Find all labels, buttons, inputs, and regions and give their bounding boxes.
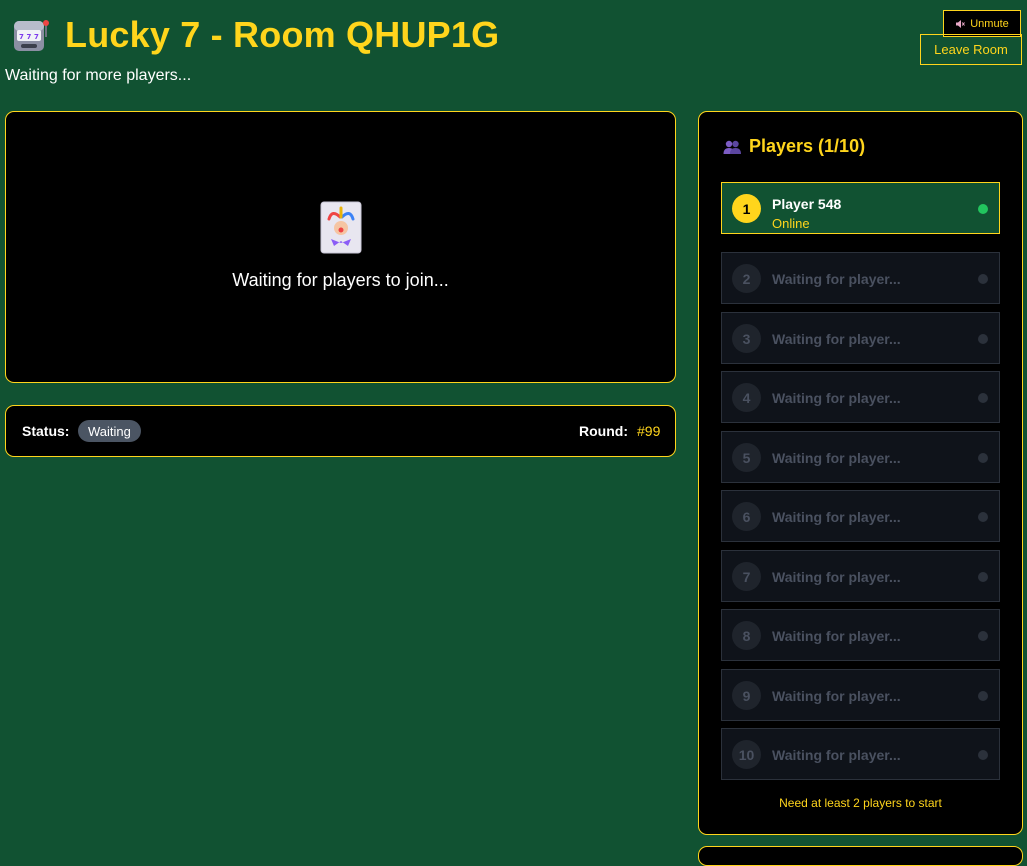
status-indicator <box>978 453 988 463</box>
player-name: Waiting for player... <box>772 569 901 585</box>
svg-text:7: 7 <box>19 33 24 41</box>
player-slot-3: 3 Waiting for player... <box>721 312 1000 364</box>
slot-number: 5 <box>732 443 761 472</box>
header: 7 7 7 Lucky 7 - Room QHUP1G <box>11 14 499 56</box>
online-indicator <box>978 204 988 214</box>
player-name: Waiting for player... <box>772 747 901 763</box>
unmute-label: Unmute <box>970 17 1009 30</box>
player-slot-7: 7 Waiting for player... <box>721 550 1000 602</box>
status-indicator <box>978 750 988 760</box>
leave-room-button[interactable]: Leave Room <box>920 34 1022 65</box>
player-slot-2: 2 Waiting for player... <box>721 252 1000 304</box>
status-indicator <box>978 512 988 522</box>
player-slot-10: 10 Waiting for player... <box>721 728 1000 780</box>
status-badge: Waiting <box>78 420 141 442</box>
players-panel: Players (1/10) 1 Player 548 Online 2 Wai… <box>698 111 1023 835</box>
player-name: Waiting for player... <box>772 450 901 466</box>
status-indicator <box>978 334 988 344</box>
players-header: Players (1/10) <box>723 136 865 157</box>
player-name: Waiting for player... <box>772 271 901 287</box>
slot-number: 6 <box>732 502 761 531</box>
status-indicator <box>978 274 988 284</box>
player-name: Waiting for player... <box>772 628 901 644</box>
player-name: Player 548 <box>772 196 842 212</box>
people-icon <box>723 140 741 154</box>
player-name: Waiting for player... <box>772 509 901 525</box>
unmute-button[interactable]: Unmute <box>943 10 1021 37</box>
player-name: Waiting for player... <box>772 688 901 704</box>
players-title: Players (1/10) <box>749 136 866 156</box>
round-value: #99 <box>637 423 661 439</box>
player-slot-4: 4 Waiting for player... <box>721 371 1000 423</box>
page-title: Lucky 7 - Room QHUP1G <box>65 14 500 55</box>
status-indicator <box>978 691 988 701</box>
player-status: Online <box>772 216 810 231</box>
status-indicator <box>978 631 988 641</box>
waiting-message: Waiting for players to join... <box>232 270 449 290</box>
slot-number: 7 <box>732 562 761 591</box>
player-slot-9: 9 Waiting for player... <box>721 669 1000 721</box>
speaker-muted-icon <box>956 19 966 28</box>
player-slot-1: 1 Player 548 Online <box>721 182 1000 234</box>
player-slot-5: 5 Waiting for player... <box>721 431 1000 483</box>
game-area: Waiting for players to join... <box>5 111 676 383</box>
status-indicator <box>978 572 988 582</box>
status-indicator <box>978 393 988 403</box>
slot-number: 3 <box>732 324 761 353</box>
slot-machine-icon: 7 7 7 <box>14 20 49 51</box>
slot-number: 9 <box>732 681 761 710</box>
joker-card-icon <box>320 201 362 254</box>
lower-panel-edge <box>698 846 1023 866</box>
player-name: Waiting for player... <box>772 390 901 406</box>
svg-text:7: 7 <box>34 33 39 41</box>
slot-number: 1 <box>732 194 761 223</box>
player-slot-6: 6 Waiting for player... <box>721 490 1000 542</box>
player-name: Waiting for player... <box>772 331 901 347</box>
page-subtitle: Waiting for more players... <box>5 67 192 84</box>
slot-number: 8 <box>732 621 761 650</box>
status-label: Status: <box>22 423 70 439</box>
slot-number: 4 <box>732 383 761 412</box>
status-bar: Status: Waiting Round: #99 <box>5 405 676 457</box>
player-slot-8: 8 Waiting for player... <box>721 609 1000 661</box>
slot-number: 2 <box>732 264 761 293</box>
slot-number: 10 <box>732 740 761 769</box>
round-label: Round: <box>579 423 628 439</box>
svg-text:7: 7 <box>27 33 32 41</box>
min-players-notice: Need at least 2 players to start <box>779 796 942 810</box>
